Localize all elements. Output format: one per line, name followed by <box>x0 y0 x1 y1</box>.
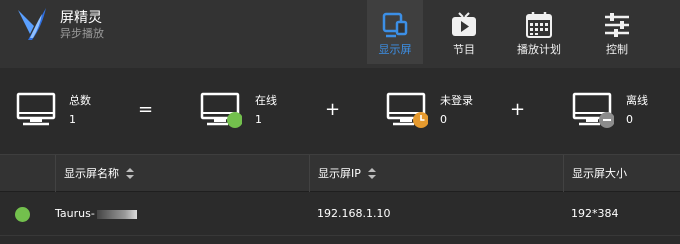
top-bar: 屏精灵 异步播放 显示屏 节目 播放计划 控制 <box>0 0 680 68</box>
app-logo <box>18 8 46 40</box>
column-header-label: 显示屏大小 <box>572 167 627 180</box>
total-value: 1 <box>69 113 76 126</box>
online-status-dot <box>15 207 30 222</box>
column-header-name[interactable]: 显示屏名称 <box>55 155 309 193</box>
not-logged-in-value: 0 <box>440 113 447 126</box>
screen-stats: 总数 1 = 在线 1 + 未登录 0 + 离线 0 <box>0 68 680 154</box>
nav-play-schedule[interactable]: 播放计划 <box>511 0 567 64</box>
nav-label: 控制 <box>606 43 628 56</box>
calendar-icon <box>526 12 552 38</box>
table-row[interactable]: Taurus- 192.168.1.10 192*384 <box>0 192 680 236</box>
not-logged-in-label: 未登录 <box>440 94 473 107</box>
offline-value: 0 <box>626 113 633 126</box>
nav-display-screen[interactable]: 显示屏 <box>367 0 423 64</box>
tv-play-icon <box>452 12 476 36</box>
nav-program[interactable]: 节目 <box>436 0 492 64</box>
screen-name-cell: Taurus- <box>55 192 137 236</box>
nav-label: 节目 <box>453 43 475 56</box>
monitor-offline-icon <box>572 92 614 128</box>
monitor-online-icon <box>200 92 242 128</box>
nav-label: 播放计划 <box>517 43 561 56</box>
table-header: 显示屏名称 显示屏IP 显示屏大小 <box>0 154 680 193</box>
redacted-text <box>96 209 137 219</box>
screen-name: Taurus- <box>55 207 95 220</box>
online-value: 1 <box>255 113 262 126</box>
monitor-not-logged-in-icon <box>386 92 428 128</box>
nav-label: 显示屏 <box>378 43 412 56</box>
equals-sign: = <box>138 99 154 120</box>
column-header-size[interactable]: 显示屏大小 <box>563 155 680 193</box>
sliders-icon <box>605 13 629 37</box>
offline-label: 离线 <box>626 94 648 107</box>
plus-sign: + <box>325 99 341 120</box>
display-screen-icon <box>382 12 408 38</box>
screen-ip-cell: 192.168.1.10 <box>317 207 391 220</box>
plus-sign: + <box>510 99 526 120</box>
sort-icon[interactable] <box>125 168 135 180</box>
column-header-ip[interactable]: 显示屏IP <box>309 155 563 193</box>
status-column-header <box>0 155 55 193</box>
total-label: 总数 <box>69 94 91 107</box>
nav-control[interactable]: 控制 <box>589 0 645 64</box>
online-label: 在线 <box>255 94 277 107</box>
screen-size-cell: 192*384 <box>571 207 619 220</box>
app-subtitle: 异步播放 <box>60 27 104 40</box>
app-title: 屏精灵 <box>60 10 102 26</box>
sort-icon[interactable] <box>367 168 377 180</box>
column-header-label: 显示屏IP <box>318 167 361 180</box>
monitor-icon <box>16 92 56 126</box>
column-header-label: 显示屏名称 <box>64 167 119 180</box>
